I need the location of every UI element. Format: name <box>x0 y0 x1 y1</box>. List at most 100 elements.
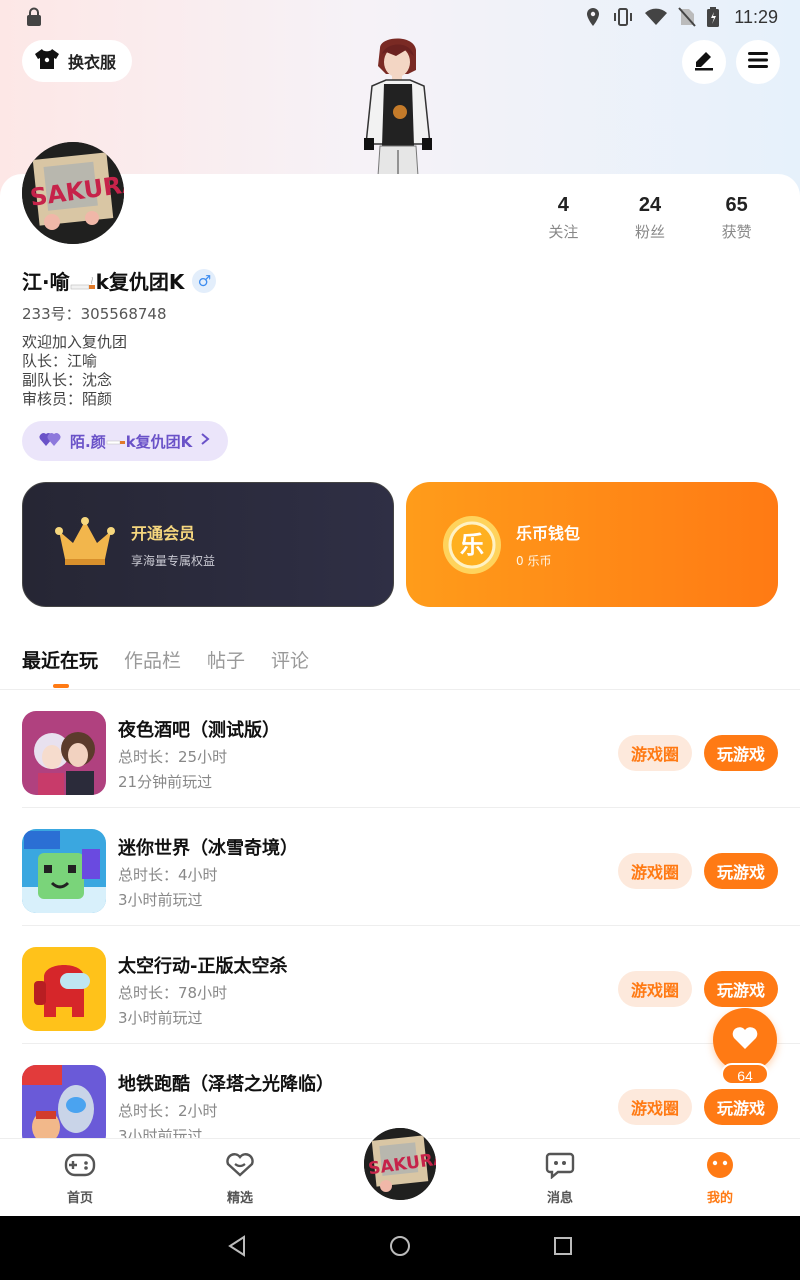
nav-label: 消息 <box>546 1191 573 1206</box>
status-time: 11:29 <box>734 6 778 27</box>
stat-label: 关注 <box>548 223 579 241</box>
list-item[interactable]: 夜色酒吧（测试版） 总时长：25小时 21分钟前玩过 游戏圈 玩游戏 <box>22 690 800 808</box>
coin-icon: 乐 <box>442 515 502 575</box>
nav-featured[interactable]: 精选 <box>160 1139 320 1216</box>
play-game-button[interactable]: 玩游戏 <box>704 853 778 889</box>
wallet-card[interactable]: 乐 乐币钱包 0 乐币 <box>406 482 778 607</box>
cigarette-emoji-icon <box>70 272 96 296</box>
recent-games-list: 夜色酒吧（测试版） 总时长：25小时 21分钟前玩过 游戏圈 玩游戏 迷你世界（… <box>0 690 800 1140</box>
game-name: 太空行动-正版太空杀 <box>118 956 288 977</box>
vip-title: 开通会员 <box>131 524 196 543</box>
guild-prefix: 陌.颜 <box>70 432 106 451</box>
vip-text: 开通会员 享海量专属权益 <box>131 520 215 569</box>
change-outfit-label: 换衣服 <box>68 53 117 72</box>
stat-following[interactable]: 4 关注 <box>520 194 607 242</box>
home-icon[interactable] <box>388 1234 412 1262</box>
location-icon <box>584 7 602 27</box>
status-bar: 11:29 <box>0 0 800 34</box>
guild-link[interactable]: 陌.颜 k复仇团K <box>22 421 229 461</box>
wallet-text: 乐币钱包 0 乐币 <box>516 520 580 569</box>
crown-icon <box>53 513 117 577</box>
no-sim-icon <box>678 7 697 27</box>
stat-likes[interactable]: 65 获赞 <box>693 194 780 242</box>
lock-icon <box>24 7 44 27</box>
active-tab-indicator <box>53 684 69 688</box>
game-circle-button[interactable]: 游戏圈 <box>618 1089 692 1125</box>
tab-recently-played[interactable]: 最近在玩 <box>22 646 98 673</box>
nav-messages[interactable]: 消息 <box>480 1139 640 1216</box>
wifi-icon <box>644 7 668 27</box>
system-navigation-bar <box>0 1216 800 1280</box>
edit-profile-button[interactable] <box>682 40 726 84</box>
wallet-balance: 0 乐币 <box>516 554 552 568</box>
game-last-played: 3小时前玩过 <box>118 1009 203 1027</box>
nav-label: 我的 <box>706 1191 733 1206</box>
nav-home[interactable]: 首页 <box>0 1139 160 1216</box>
username-row: 江·喻 k复仇团K ♂ <box>22 266 217 296</box>
play-game-button[interactable]: 玩游戏 <box>704 1089 778 1125</box>
nav-label: 首页 <box>66 1191 93 1206</box>
wallet-title: 乐币钱包 <box>516 524 581 543</box>
stat-label: 粉丝 <box>635 223 666 241</box>
username: 江·喻 k复仇团K <box>22 266 184 296</box>
vibrate-icon <box>612 7 634 27</box>
game-icon[interactable] <box>22 947 106 1031</box>
vip-subtitle: 享海量专属权益 <box>131 554 216 568</box>
game-duration: 总时长：78小时 <box>118 984 228 1002</box>
coin-char: 乐 <box>460 530 484 559</box>
stat-value: 65 <box>725 194 748 216</box>
game-circle-button[interactable]: 游戏圈 <box>618 853 692 889</box>
username-suffix: k复仇团K <box>95 270 185 294</box>
menu-icon <box>747 50 769 74</box>
like-count-badge: 64 <box>721 1063 769 1085</box>
game-last-played: 21分钟前玩过 <box>118 773 213 791</box>
game-icon[interactable] <box>22 711 106 795</box>
back-icon[interactable] <box>226 1234 248 1262</box>
profile-tabs: 最近在玩 作品栏 帖子 评论 <box>22 646 309 673</box>
recents-icon[interactable] <box>552 1235 574 1261</box>
game-circle-button[interactable]: 游戏圈 <box>618 735 692 771</box>
list-item[interactable]: 太空行动-正版太空杀 总时长：78小时 3小时前玩过 游戏圈 玩游戏 <box>22 926 800 1044</box>
message-icon <box>544 1151 576 1183</box>
account-id: 233号：305568748 <box>22 305 167 323</box>
edit-icon <box>693 49 715 75</box>
stat-value: 4 <box>557 194 569 216</box>
nav-label: 精选 <box>226 1191 253 1206</box>
nav-center-avatar[interactable]: SAKURA <box>362 1126 438 1202</box>
avatar-character-figure[interactable] <box>356 34 440 177</box>
bio-line: 欢迎加入复仇团 <box>22 333 128 351</box>
guild-name: 陌.颜 k复仇团K <box>70 431 192 452</box>
guild-suffix: k复仇团K <box>125 432 193 451</box>
shirt-icon <box>34 48 60 74</box>
game-duration: 总时长：25小时 <box>118 748 228 766</box>
heart-icon <box>731 1026 759 1054</box>
battery-icon <box>706 6 720 28</box>
bio-line: 审核员：陌颜 <box>22 390 113 408</box>
play-game-button[interactable]: 玩游戏 <box>704 735 778 771</box>
menu-button[interactable] <box>736 40 780 84</box>
game-icon[interactable] <box>22 1065 106 1140</box>
chevron-right-icon <box>200 432 210 450</box>
bio-line: 副队长：沈念 <box>22 371 113 389</box>
change-outfit-button[interactable]: 换衣服 <box>22 40 133 82</box>
stat-followers[interactable]: 24 粉丝 <box>607 194 694 242</box>
game-icon[interactable] <box>22 829 106 913</box>
tab-works[interactable]: 作品栏 <box>124 646 181 673</box>
avatar[interactable]: SAKURA <box>22 142 124 244</box>
game-duration: 总时长：4小时 <box>118 866 218 884</box>
tab-comments[interactable]: 评论 <box>271 646 309 673</box>
tab-posts[interactable]: 帖子 <box>207 646 245 673</box>
bio-line: 队长：江喻 <box>22 352 98 370</box>
list-item[interactable]: 迷你世界（冰雪奇境） 总时长：4小时 3小时前玩过 游戏圈 玩游戏 <box>22 808 800 926</box>
game-circle-button[interactable]: 游戏圈 <box>618 971 692 1007</box>
play-game-button[interactable]: 玩游戏 <box>704 971 778 1007</box>
vip-membership-card[interactable]: 开通会员 享海量专属权益 <box>22 482 394 607</box>
smiley-icon <box>704 1151 736 1183</box>
male-gender-icon: ♂ <box>192 268 217 293</box>
game-duration: 总时长：2小时 <box>118 1102 218 1120</box>
heart-outline-icon <box>224 1151 256 1183</box>
double-heart-icon <box>38 430 62 452</box>
game-name: 地铁跑酷（泽塔之光降临） <box>118 1074 334 1095</box>
nav-profile[interactable]: 我的 <box>640 1139 800 1216</box>
stat-value: 24 <box>638 194 662 216</box>
